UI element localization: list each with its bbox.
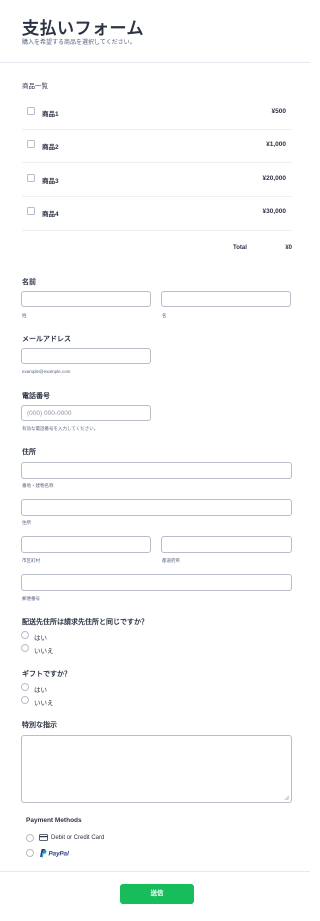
postal-sublabel: 郵便番号 <box>22 596 40 601</box>
resize-handle-icon[interactable] <box>284 795 289 800</box>
gift-yes-label: はい <box>34 687 47 694</box>
product-3-price: ¥20,000 <box>262 175 287 182</box>
shipping-no-label: いいえ <box>34 648 54 655</box>
product-1-price: ¥500 <box>271 108 286 115</box>
page-title: 支払いフォーム <box>22 19 144 38</box>
instructions-label: 特別な指示 <box>22 722 57 729</box>
total-label: Total <box>233 245 247 251</box>
product-2-name: 商品2 <box>42 144 59 151</box>
submit-button[interactable]: 送信 <box>120 884 194 904</box>
products-label: 商品一覧 <box>22 83 48 90</box>
payment-paypal-radio[interactable] <box>26 849 34 857</box>
first-name-sublabel: 姓 <box>22 313 27 318</box>
credit-card-icon <box>39 834 48 841</box>
paypal-logo-text: PayPal <box>49 851 70 858</box>
name-label: 名前 <box>22 279 36 286</box>
gift-no-radio[interactable] <box>21 696 29 704</box>
first-name-input[interactable] <box>21 291 151 307</box>
product-4-name: 商品4 <box>42 211 59 218</box>
product-2-checkbox[interactable] <box>27 140 35 148</box>
last-name-sublabel: 名 <box>162 313 167 318</box>
shipping-yes-label: はい <box>34 635 47 642</box>
product-4-price: ¥30,000 <box>262 208 287 215</box>
street2-input[interactable] <box>21 499 292 516</box>
gift-no-label: いいえ <box>34 700 54 707</box>
header-divider <box>0 62 310 63</box>
payment-card-radio[interactable] <box>26 834 34 842</box>
gift-question-label: ギフトですか？ <box>22 671 71 678</box>
phone-sublabel: 有効な電話番号を入力してください。 <box>22 426 99 431</box>
total-value: ¥0 <box>285 245 292 251</box>
payment-card-label: Debit or Credit Card <box>51 835 105 841</box>
state-input[interactable] <box>161 536 292 553</box>
street1-sublabel: 番地・建物名称 <box>22 483 54 488</box>
shipping-yes-radio[interactable] <box>21 631 29 639</box>
product-3-checkbox[interactable] <box>27 174 35 182</box>
last-name-input[interactable] <box>161 291 291 307</box>
product-4-checkbox[interactable] <box>27 207 35 215</box>
email-label: メールアドレス <box>22 336 71 343</box>
product-divider <box>22 129 292 130</box>
phone-label: 電話番号 <box>22 393 50 400</box>
street2-sublabel: 住所 <box>22 520 31 525</box>
address-label: 住所 <box>22 449 36 456</box>
email-sublabel: example@example.com <box>22 369 71 374</box>
gift-yes-radio[interactable] <box>21 683 29 691</box>
city-input[interactable] <box>21 536 151 553</box>
city-sublabel: 市区町村 <box>22 558 40 563</box>
product-1-checkbox[interactable] <box>27 107 35 115</box>
instructions-textarea[interactable] <box>21 735 292 803</box>
shipping-question-label: 配送先住所は請求先住所と同じですか？ <box>22 619 148 626</box>
product-1-name: 商品1 <box>42 111 59 118</box>
email-input[interactable] <box>21 348 151 364</box>
product-3-name: 商品3 <box>42 178 59 185</box>
page-subtitle: 購入を希望する商品を選択してください。 <box>22 40 136 46</box>
payment-label: Payment Methods <box>26 817 82 824</box>
paypal-logo-icon: PayPal <box>40 849 70 858</box>
product-divider <box>22 196 292 197</box>
phone-input[interactable]: (000) 000-0000 <box>21 405 151 421</box>
postal-input[interactable] <box>21 574 292 591</box>
product-2-price: ¥1,000 <box>266 141 286 148</box>
street1-input[interactable] <box>21 462 292 479</box>
shipping-no-radio[interactable] <box>21 644 29 652</box>
footer-divider <box>0 871 310 872</box>
product-divider <box>22 230 292 231</box>
state-sublabel: 都道府県 <box>162 558 180 563</box>
product-divider <box>22 162 292 163</box>
